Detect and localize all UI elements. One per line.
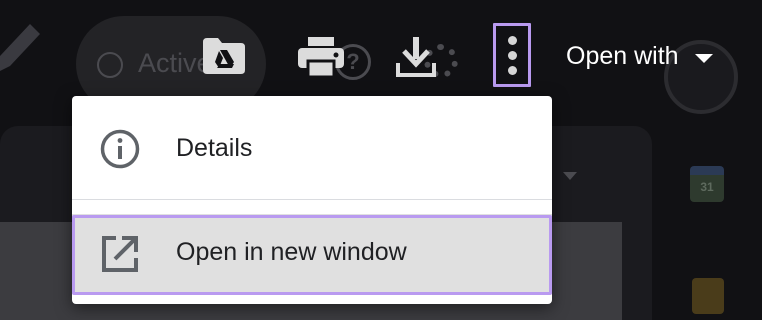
more-actions-button[interactable] (493, 23, 531, 87)
menu-divider (72, 199, 552, 200)
open-with-button[interactable]: Open with (566, 36, 713, 76)
sort-caret-icon (563, 172, 577, 180)
drive-folder-icon[interactable] (203, 38, 245, 74)
more-vert-icon-dot (508, 66, 517, 75)
info-icon (100, 129, 140, 169)
menu-item-label: Open in new window (176, 238, 407, 266)
printer-icon[interactable] (298, 37, 344, 77)
more-actions-menu: Details Open in new window (72, 96, 552, 304)
download-icon[interactable] (396, 37, 436, 77)
edit-pencil-icon (0, 24, 40, 71)
keep-app-icon (692, 278, 724, 314)
chevron-down-icon (694, 53, 713, 63)
open-with-label: Open with (566, 41, 679, 70)
menu-item-details[interactable]: Details (72, 100, 552, 198)
active-status-label: Active (138, 48, 212, 78)
menu-item-open-in-new-window[interactable]: Open in new window (72, 214, 552, 294)
more-vert-icon (508, 36, 517, 45)
open-in-new-icon (102, 236, 138, 272)
more-vert-icon-dot (508, 51, 517, 60)
menu-item-label: Details (176, 134, 253, 162)
calendar-app-icon: 31 (690, 166, 724, 202)
status-circle-icon (97, 52, 123, 78)
